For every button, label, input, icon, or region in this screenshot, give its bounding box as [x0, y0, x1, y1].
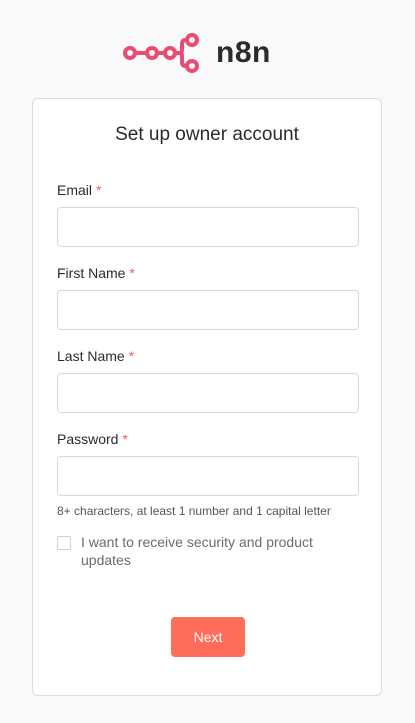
consent-label[interactable]: I want to receive security and product u…: [81, 533, 341, 569]
first-name-input[interactable]: [57, 290, 359, 330]
last-name-input[interactable]: [57, 373, 359, 413]
first-name-label-text: First Name: [57, 265, 126, 281]
password-label: Password *: [57, 430, 128, 448]
email-input[interactable]: [57, 207, 359, 247]
required-marker: *: [129, 265, 135, 281]
card-title: Set up owner account: [115, 124, 299, 145]
required-marker: *: [122, 431, 128, 447]
consent-checkbox[interactable]: [57, 536, 71, 550]
brand-logo: n8n: [122, 32, 271, 74]
setup-card: Set up owner account Email * First Name * …: [32, 98, 382, 696]
consent-row[interactable]: I want to receive security and product u…: [57, 533, 359, 569]
next-button[interactable]: Next: [171, 617, 245, 657]
email-label: Email *: [57, 181, 101, 199]
required-marker: *: [96, 182, 102, 198]
password-input[interactable]: [57, 456, 359, 496]
last-name-label-text: Last Name: [57, 348, 125, 364]
first-name-label: First Name *: [57, 264, 135, 282]
n8n-logo-icon: [123, 33, 199, 73]
password-label-text: Password: [57, 431, 119, 447]
brand-name: n8n: [216, 36, 271, 69]
email-label-text: Email: [57, 182, 93, 198]
password-hint: 8+ characters, at least 1 number and 1 c…: [57, 504, 331, 518]
required-marker: *: [128, 348, 135, 364]
last-name-label: Last Name *: [57, 347, 134, 365]
